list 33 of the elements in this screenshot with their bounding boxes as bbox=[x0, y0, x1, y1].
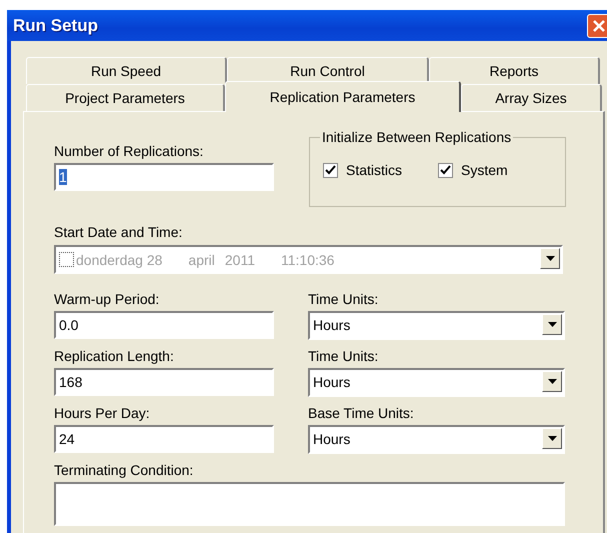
date-part: 11:10:36 bbox=[281, 252, 334, 268]
input-field[interactable]: 168 bbox=[54, 368, 274, 396]
dropdown[interactable]: Hours bbox=[308, 425, 565, 454]
window-title: Run Setup bbox=[13, 16, 98, 36]
checkbox-label: Statistics bbox=[346, 162, 402, 178]
field-label: Start Date and Time: bbox=[54, 223, 184, 242]
field-label: Time Units: bbox=[308, 347, 380, 366]
input-field[interactable] bbox=[54, 482, 565, 526]
checkbox[interactable] bbox=[323, 162, 338, 178]
tab[interactable]: Replication Parameters bbox=[225, 81, 461, 112]
field-label: Warm-up Period: bbox=[54, 290, 160, 309]
close-button[interactable] bbox=[587, 14, 607, 38]
field-label: Number of Replications: bbox=[54, 142, 204, 161]
tab[interactable]: Project Parameters bbox=[26, 84, 225, 111]
close-icon bbox=[591, 18, 607, 34]
checkbox[interactable] bbox=[438, 162, 454, 178]
dropdown[interactable]: Hours bbox=[308, 311, 565, 340]
field-label: Replication Length: bbox=[54, 347, 175, 366]
field-label: Time Units: bbox=[308, 290, 380, 309]
input-field[interactable]: 24 bbox=[54, 425, 274, 453]
input-field[interactable]: 0.0 bbox=[54, 311, 274, 339]
checkbox-label: System bbox=[461, 162, 508, 178]
date-part: 2011 bbox=[224, 252, 255, 268]
field-label: Base Time Units: bbox=[308, 404, 415, 423]
tab[interactable]: Run Speed bbox=[26, 57, 227, 84]
date-part: donderdag 28 bbox=[76, 252, 162, 268]
field-label: Hours Per Day: bbox=[54, 404, 151, 423]
field-label: Terminating Condition: bbox=[54, 461, 194, 480]
dropdown[interactable]: Hours bbox=[308, 368, 565, 397]
tab[interactable]: Reports bbox=[429, 57, 600, 84]
date-part: april bbox=[188, 252, 215, 268]
tab[interactable]: Array Sizes bbox=[461, 84, 602, 111]
input-field[interactable]: 1 bbox=[54, 163, 274, 191]
